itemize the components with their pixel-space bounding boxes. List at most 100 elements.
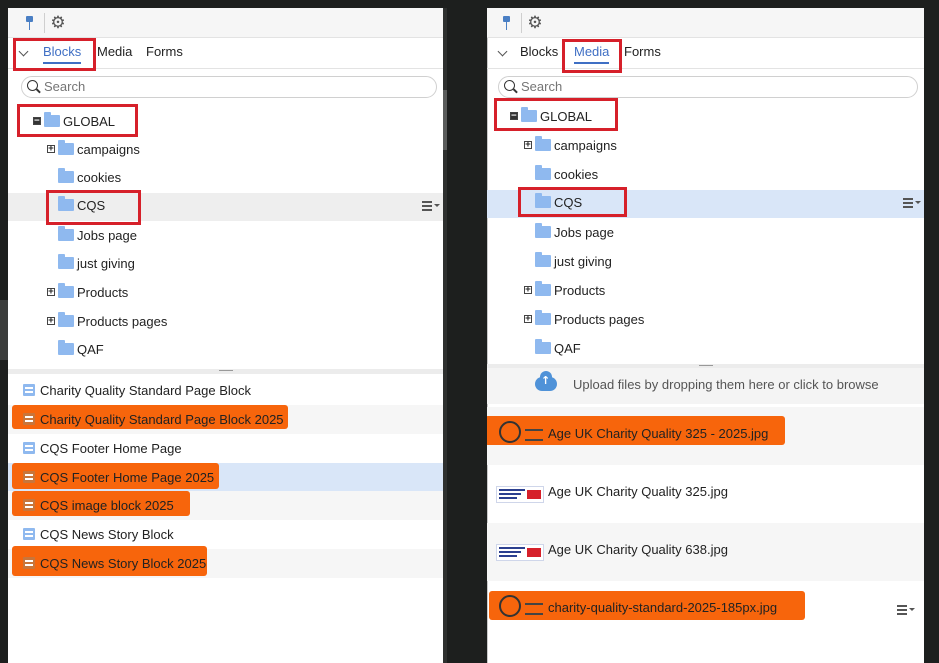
block-label: CQS Footer Home Page bbox=[40, 441, 182, 456]
expand-icon[interactable]: + bbox=[524, 141, 532, 150]
media-item[interactable]: Age UK Charity Quality 638.jpg bbox=[487, 523, 924, 581]
folder-icon bbox=[58, 340, 74, 355]
right-edge-strip bbox=[924, 8, 939, 663]
tab-blocks[interactable]: Blocks bbox=[520, 44, 558, 59]
tree-node-jobs-page[interactable]: Jobs page bbox=[487, 220, 924, 248]
block-item[interactable]: CQS image block 2025 bbox=[8, 491, 443, 520]
block-icon bbox=[23, 413, 35, 425]
media-filename: Age UK Charity Quality 638.jpg bbox=[548, 542, 728, 557]
pin-icon bbox=[25, 16, 34, 30]
tree-node-cookies[interactable]: cookies bbox=[487, 162, 924, 190]
settings-button[interactable]: ⚙ bbox=[47, 12, 69, 34]
block-label: CQS Footer Home Page 2025 bbox=[40, 470, 215, 485]
tree-node-label: Jobs page bbox=[77, 228, 137, 243]
left-search-box bbox=[21, 76, 437, 98]
folder-icon bbox=[535, 339, 551, 354]
search-input[interactable] bbox=[521, 78, 821, 95]
tree-node-label: QAF bbox=[77, 342, 104, 357]
annotation-box-media-tab bbox=[562, 39, 622, 73]
annotation-box-cqs bbox=[46, 190, 141, 225]
expand-icon[interactable]: + bbox=[47, 317, 55, 326]
folder-icon bbox=[535, 165, 551, 180]
tree-node-jobs-page[interactable]: Jobs page bbox=[8, 223, 443, 251]
folder-icon bbox=[535, 281, 551, 296]
tree-node-qaf[interactable]: QAF bbox=[8, 337, 443, 365]
block-icon bbox=[23, 471, 35, 483]
gear-icon: ⚙ bbox=[527, 12, 543, 33]
tab-forms[interactable]: Forms bbox=[146, 44, 183, 59]
context-menu-icon[interactable] bbox=[422, 199, 440, 213]
tree-node-campaigns[interactable]: + campaigns bbox=[8, 137, 443, 165]
block-icon bbox=[23, 384, 35, 396]
context-menu-icon[interactable] bbox=[903, 196, 921, 210]
block-icon bbox=[23, 442, 35, 454]
right-toolbar: ⚙ bbox=[487, 8, 924, 38]
tree-node-label: campaigns bbox=[77, 142, 140, 157]
expand-icon[interactable]: + bbox=[47, 145, 55, 154]
tree-node-label: Products pages bbox=[77, 314, 168, 329]
tree-node-products-pages[interactable]: + Products pages bbox=[487, 307, 924, 335]
block-icon bbox=[23, 499, 35, 511]
chevron-down-icon[interactable] bbox=[497, 46, 508, 57]
middle-scroll-thumb[interactable] bbox=[443, 90, 447, 150]
age-uk-logo-thumbnail bbox=[496, 544, 544, 561]
bsi-logo-thumbnail bbox=[497, 594, 547, 622]
media-filename: charity-quality-standard-2025-185px.jpg bbox=[548, 600, 778, 615]
block-label: CQS News Story Block bbox=[40, 527, 174, 542]
tree-node-label: QAF bbox=[554, 341, 581, 356]
upload-dropzone[interactable]: Upload files by dropping them here or cl… bbox=[487, 368, 924, 404]
toolbar-separator bbox=[521, 13, 522, 33]
tree-node-cookies[interactable]: cookies bbox=[8, 165, 443, 193]
block-item[interactable]: CQS News Story Block bbox=[8, 520, 443, 549]
block-icon bbox=[23, 557, 35, 569]
search-input[interactable] bbox=[44, 78, 344, 95]
pin-button[interactable] bbox=[495, 12, 517, 34]
tree-node-label: just giving bbox=[554, 254, 612, 269]
media-item[interactable]: Age UK Charity Quality 325 - 2025.jpg bbox=[487, 407, 924, 465]
right-search-box bbox=[498, 76, 918, 98]
annotation-box-global bbox=[17, 104, 138, 137]
bsi-logo-thumbnail bbox=[497, 420, 547, 448]
folder-icon bbox=[58, 283, 74, 298]
block-item[interactable]: CQS News Story Block 2025 bbox=[8, 546, 443, 578]
pane-splitter[interactable] bbox=[8, 369, 443, 374]
tree-node-products[interactable]: + Products bbox=[8, 280, 443, 308]
block-item[interactable]: CQS Footer Home Page bbox=[8, 434, 443, 463]
tab-forms[interactable]: Forms bbox=[624, 44, 661, 59]
tree-node-products[interactable]: + Products bbox=[487, 278, 924, 306]
block-icon bbox=[23, 528, 35, 540]
tree-node-qaf[interactable]: QAF bbox=[487, 336, 924, 364]
context-menu-icon[interactable] bbox=[897, 603, 915, 617]
tree-node-label: Products bbox=[77, 285, 129, 300]
block-label: CQS News Story Block 2025 bbox=[40, 556, 207, 571]
tree-node-label: cookies bbox=[77, 170, 122, 185]
gear-icon: ⚙ bbox=[50, 12, 66, 33]
media-item[interactable]: charity-quality-standard-2025-185px.jpg bbox=[487, 581, 924, 639]
pin-button[interactable] bbox=[18, 12, 40, 34]
expand-icon[interactable]: + bbox=[524, 315, 532, 324]
block-item-selected[interactable]: CQS Footer Home Page 2025 bbox=[8, 463, 443, 492]
folder-icon bbox=[58, 140, 74, 155]
block-item[interactable]: Charity Quality Standard Page Block bbox=[8, 376, 443, 405]
upload-text: Upload files by dropping them here or cl… bbox=[573, 377, 879, 392]
media-item[interactable]: Age UK Charity Quality 325.jpg bbox=[487, 465, 924, 523]
search-icon bbox=[504, 80, 515, 91]
tree-node-products-pages[interactable]: + Products pages bbox=[8, 309, 443, 337]
search-icon bbox=[27, 80, 38, 91]
tree-node-just-giving[interactable]: just giving bbox=[487, 249, 924, 277]
left-edge-strip bbox=[0, 300, 8, 360]
right-panel: ⚙ Blocks Media Forms − GLOBAL + campaign… bbox=[487, 8, 924, 663]
folder-icon bbox=[535, 136, 551, 151]
tab-media[interactable]: Media bbox=[97, 44, 132, 59]
left-toolbar: ⚙ bbox=[8, 8, 443, 38]
tree-node-just-giving[interactable]: just giving bbox=[8, 251, 443, 279]
toolbar-separator bbox=[44, 13, 45, 33]
settings-button[interactable]: ⚙ bbox=[524, 12, 546, 34]
block-item[interactable]: Charity Quality Standard Page Block 2025 bbox=[8, 405, 443, 434]
tree-node-campaigns[interactable]: + campaigns bbox=[487, 133, 924, 161]
expand-icon[interactable]: + bbox=[47, 288, 55, 297]
expand-icon[interactable]: + bbox=[524, 286, 532, 295]
media-filename: Age UK Charity Quality 325 - 2025.jpg bbox=[548, 426, 769, 441]
cloud-upload-icon bbox=[535, 371, 557, 391]
tree-node-label: Products pages bbox=[554, 312, 645, 327]
